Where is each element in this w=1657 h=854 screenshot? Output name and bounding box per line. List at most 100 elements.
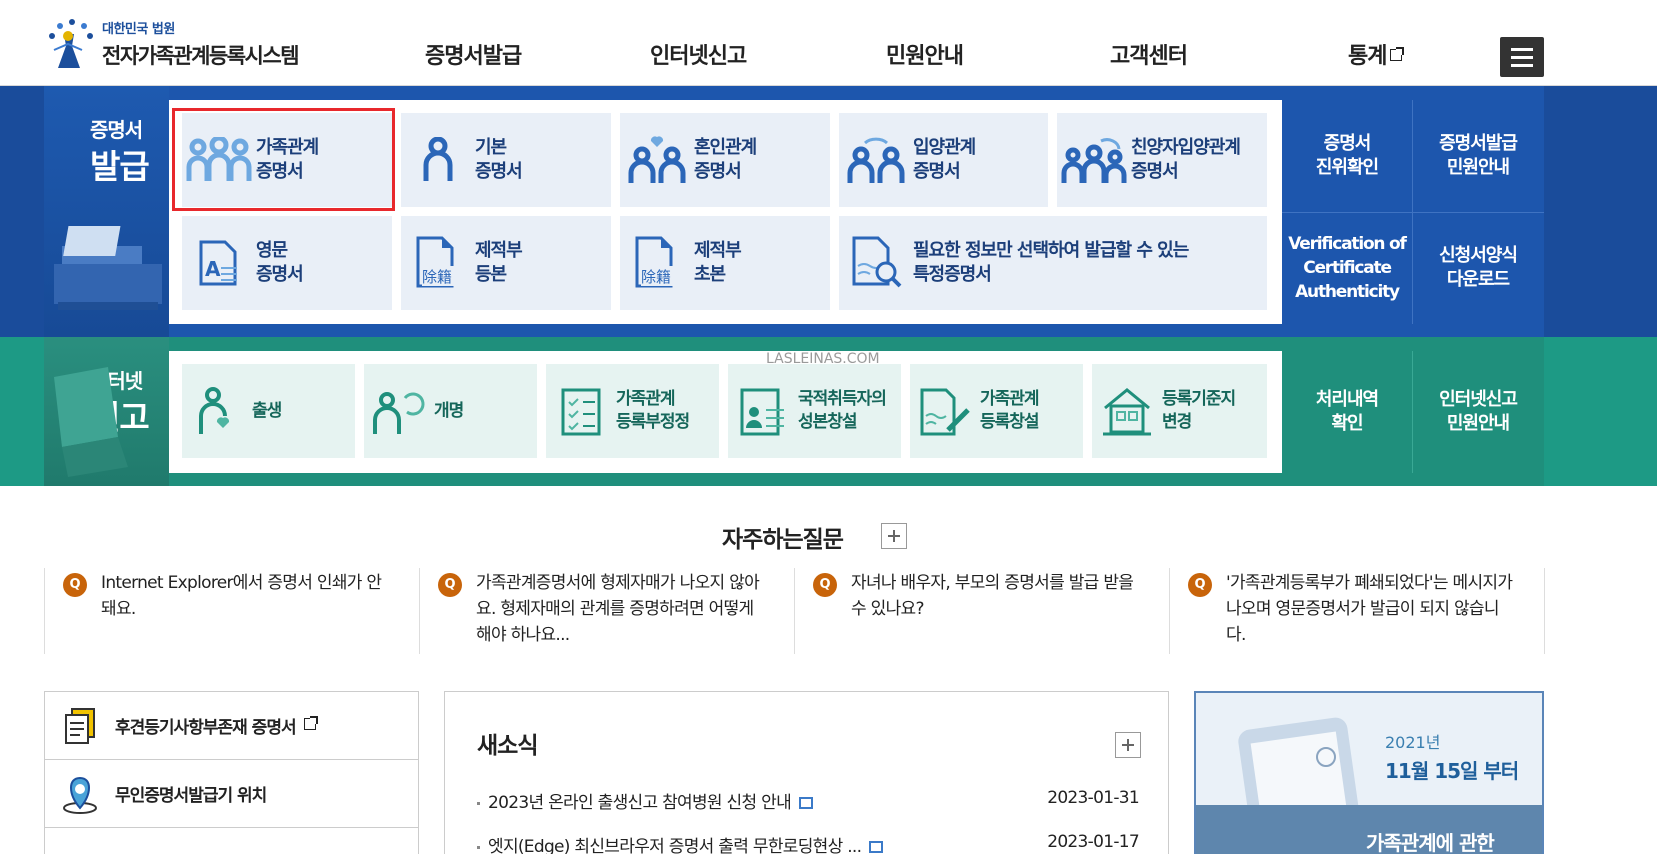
document-icon <box>869 841 884 853</box>
tile-line2: 등본 <box>475 264 507 285</box>
nav-statistics[interactable]: 통계 <box>1348 38 1405 70</box>
news-item-date: 2023-01-17 <box>1047 832 1139 852</box>
faq-more-button[interactable] <box>881 523 907 549</box>
hamburger-menu-button[interactable] <box>1500 37 1544 77</box>
faq-text: Internet Explorer에서 증명서 인쇄가 안돼요. <box>101 573 382 619</box>
tile-line2: 증명서 <box>1131 161 1179 182</box>
news-title: 새소식 <box>477 733 538 759</box>
report-history-check[interactable]: 처리내역 확인 <box>1282 351 1412 473</box>
cert-verification-english[interactable]: Verification of Certificate Authenticity <box>1282 212 1412 324</box>
tile-marriage-cert[interactable]: 혼인관계 증명서 <box>620 113 830 207</box>
news-more-button[interactable] <box>1115 732 1141 758</box>
tile-line1: 등록기준지 <box>1162 389 1236 409</box>
full-adoption-icon <box>1057 135 1131 185</box>
tile-line1: 출생 <box>252 400 282 421</box>
tile-line1: 혼인관계 <box>694 137 757 158</box>
cert-side-title-small: 증명서 <box>90 118 143 142</box>
rename-icon <box>364 386 434 436</box>
external-link-icon <box>1390 47 1405 61</box>
tile-naturalized-surname[interactable]: 국적취득자의성본창설 <box>728 364 901 458</box>
cert-form-download[interactable]: 신청서양식 다운로드 <box>1413 212 1543 324</box>
link-line2: 민원안내 <box>1446 157 1510 178</box>
link-line2: 민원안내 <box>1446 413 1510 434</box>
link-line3: Authenticity <box>1295 282 1400 302</box>
birth-icon <box>182 386 252 436</box>
tile-register-creation[interactable]: 가족관계 등록창설 <box>910 364 1083 458</box>
tile-rename-report[interactable]: 개명 <box>364 364 537 458</box>
link-line2: 진위확인 <box>1315 157 1379 178</box>
tile-badge: 除籍 <box>422 268 452 286</box>
tile-line1: 제적부 <box>694 240 742 261</box>
faq-item[interactable]: Q 자녀나 배우자, 부모의 증명서를 발급 받을 수 있나요? <box>794 568 1170 654</box>
link-line1: 신청서양식 <box>1439 245 1518 266</box>
news-section: 새소식 2023년 온라인 출생신고 참여병원 신청 안내 2023-01-31… <box>444 691 1169 854</box>
tile-line1: 가족관계 <box>980 389 1040 409</box>
faq-item[interactable]: Q '가족관계등록부가 폐쇄되었다'는 메시지가 나오며 영문증명서가 발급이 … <box>1169 568 1545 654</box>
couple-heart-icon <box>620 135 694 185</box>
banner-date: 11월 15일 부터 <box>1385 759 1519 783</box>
link-line1: 증명서 <box>1323 133 1372 154</box>
id-card-icon <box>728 386 798 436</box>
header: 대한민국 법원 전자가족관계등록시스템 증명서발급 인터넷신고 민원안내 고객센… <box>0 0 1657 86</box>
document-icon <box>45 707 115 745</box>
quick-link-guardianship-cert[interactable]: 후견등기사항부존재 증명서 <box>45 692 418 760</box>
banner-text: 가족관계에 관한 <box>1366 831 1495 854</box>
tile-removed-register-copy[interactable]: 除籍 제적부 등본 <box>401 216 611 310</box>
nav-certificate[interactable]: 증명서발급 <box>425 38 522 70</box>
tile-adoption-cert[interactable]: 입양관계 증명서 <box>839 113 1048 207</box>
nav-civil-guide[interactable]: 민원안내 <box>886 38 964 70</box>
selection-highlight <box>172 108 395 211</box>
question-icon: Q <box>813 573 837 597</box>
cert-side-title-big: 발급 <box>90 147 150 186</box>
removed-register-icon: 除籍 <box>401 236 475 290</box>
tile-line2: 증명서 <box>256 264 304 285</box>
question-icon: Q <box>438 573 462 597</box>
external-link-icon <box>303 715 318 730</box>
cert-authenticity-check[interactable]: 증명서진위확인 <box>1282 100 1412 212</box>
tile-line1: 가족관계 <box>616 389 676 409</box>
house-icon <box>1092 386 1162 436</box>
tile-line2: 성본창설 <box>798 412 858 432</box>
quick-links: 후견등기사항부존재 증명서 무인증명서발급기 위치 <box>44 691 419 854</box>
nav-customer-center[interactable]: 고객센터 <box>1110 38 1188 70</box>
tile-line2: 등록부정정 <box>616 412 690 432</box>
certificate-side: 증명서 발급 <box>44 86 169 337</box>
promo-banner[interactable]: 2021년 11월 15일 부터 가족관계에 관한 <box>1194 691 1544 854</box>
tile-english-cert[interactable]: A 영문 증명서 <box>182 216 392 310</box>
tile-basic-cert[interactable]: 기본 증명서 <box>401 113 611 207</box>
nav-statistics-label: 통계 <box>1348 44 1387 69</box>
faq-title: 자주하는질문 <box>722 527 844 553</box>
faq-text: 자녀나 배우자, 부모의 증명서를 발급 받을 수 있나요? <box>851 573 1134 619</box>
faq-item[interactable]: Q Internet Explorer에서 증명서 인쇄가 안돼요. <box>44 568 420 654</box>
site-logo[interactable]: 대한민국 법원 전자가족관계등록시스템 <box>44 16 300 72</box>
nav-internet-report[interactable]: 인터넷신고 <box>650 38 747 70</box>
cert-civil-guide[interactable]: 증명서발급민원안내 <box>1413 100 1543 212</box>
question-icon: Q <box>1188 573 1212 597</box>
report-side: 인터넷 신고 <box>44 337 169 486</box>
tile-base-address-change[interactable]: 등록기준지 변경 <box>1092 364 1267 458</box>
tile-removed-register-extract[interactable]: 除籍 제적부 초본 <box>620 216 830 310</box>
tile-register-correction[interactable]: 가족관계등록부정정 <box>546 364 719 458</box>
faq-item[interactable]: Q 가족관계증명서에 형제자매가 나오지 않아요. 형제자매의 관계를 증명하려… <box>419 568 795 654</box>
link-line2: Certificate <box>1303 258 1392 278</box>
tile-line1: 필요한 정보만 선택하여 발급할 수 있는 <box>913 240 1189 261</box>
laptop-icon <box>54 367 128 477</box>
tile-line1: 국적취득자의 <box>798 389 887 409</box>
search-doc-icon <box>839 236 913 290</box>
tile-specific-cert[interactable]: 필요한 정보만 선택하여 발급할 수 있는특정증명서 <box>839 216 1267 310</box>
adoption-icon <box>839 135 913 185</box>
quick-link-label: 무인증명서발급기 위치 <box>115 786 267 806</box>
tile-birth-report[interactable]: 출생 <box>182 364 355 458</box>
document-icon <box>799 797 814 809</box>
faq-text: 가족관계증명서에 형제자매가 나오지 않아요. 형제자매의 관계를 증명하려면 … <box>476 573 760 645</box>
logo-subtitle: 대한민국 법원 <box>102 22 175 37</box>
quick-link-kiosk-location[interactable]: 무인증명서발급기 위치 <box>45 760 418 828</box>
news-item[interactable]: 엣지(Edge) 최신브라우저 증명서 출력 무한로딩현상 ... 2023-0… <box>477 832 1140 854</box>
faq-text: '가족관계등록부가 폐쇄되었다'는 메시지가 나오며 영문증명서가 발급이 되지… <box>1226 573 1513 645</box>
link-line1: 증명서발급 <box>1439 133 1518 154</box>
tile-line2: 특정증명서 <box>913 264 992 285</box>
news-item[interactable]: 2023년 온라인 출생신고 참여병원 신청 안내 2023-01-31 <box>477 788 1140 813</box>
news-item-date: 2023-01-31 <box>1047 788 1139 808</box>
tile-full-adoption-cert[interactable]: 친양자입양관계 증명서 <box>1057 113 1267 207</box>
report-civil-guide[interactable]: 인터넷신고 민원안내 <box>1413 351 1543 473</box>
